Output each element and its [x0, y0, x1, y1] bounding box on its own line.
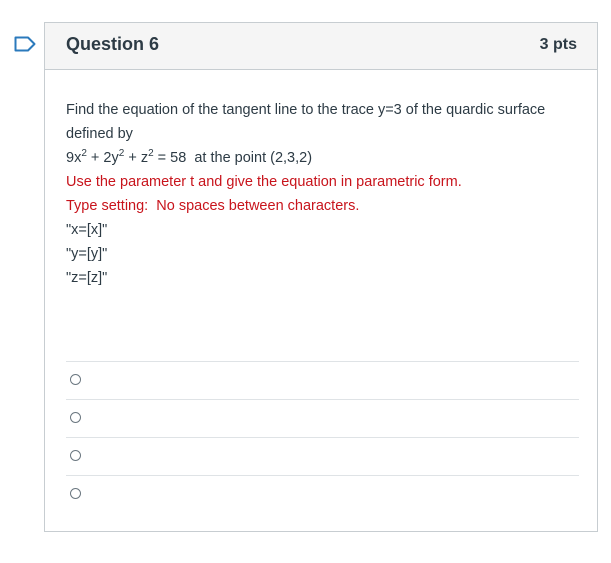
prompt-text: Find the equation of the tangent line to… [66, 102, 546, 142]
question-card: Question 6 3 pts Find the equation of th… [44, 22, 598, 532]
question-text: Find the equation of the tangent line to… [66, 98, 576, 290]
equation-text: 9x2 + 2y2 + z2 = 58 at the point (2,3,2) [66, 148, 313, 166]
answer-list [66, 361, 579, 513]
format-x: "x=[x]" [66, 222, 108, 238]
flag-question-icon[interactable] [14, 36, 36, 52]
question-header: Question 6 3 pts [45, 23, 597, 70]
format-y: "y=[y]" [66, 246, 108, 262]
answer-option[interactable] [66, 361, 579, 399]
instruction-typesetting: Type setting: No spaces between characte… [66, 198, 360, 214]
radio-button[interactable] [70, 374, 81, 385]
radio-button[interactable] [70, 412, 81, 423]
question-title: Question 6 [66, 34, 160, 54]
answer-option[interactable] [66, 437, 579, 475]
radio-button[interactable] [70, 450, 81, 461]
question-points: 3 pts [539, 36, 577, 53]
quiz-page: Question 6 3 pts Find the equation of th… [0, 0, 611, 563]
instruction-parametric: Use the parameter t and give the equatio… [66, 174, 462, 190]
answer-option[interactable] [66, 399, 579, 437]
format-z: "z=[z]" [66, 270, 108, 286]
radio-button[interactable] [70, 488, 81, 499]
answer-option[interactable] [66, 475, 579, 513]
